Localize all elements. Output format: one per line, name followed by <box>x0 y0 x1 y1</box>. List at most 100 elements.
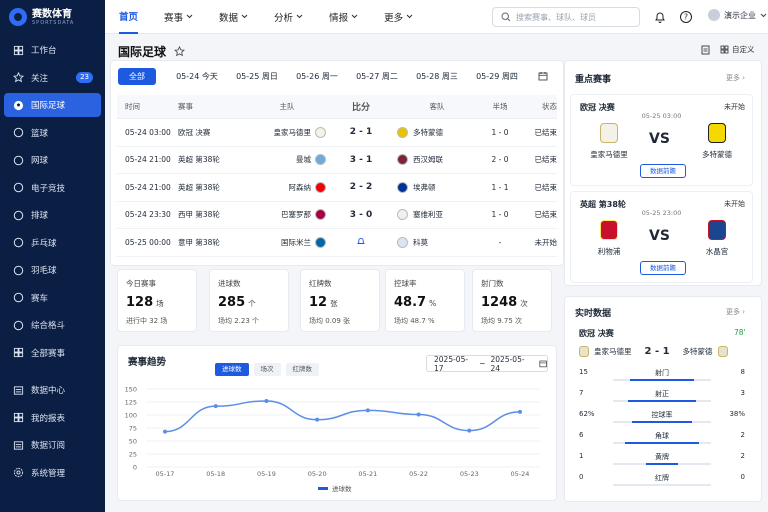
home-team: 国际米兰 <box>281 237 311 247</box>
star-icon[interactable] <box>174 46 185 57</box>
sidebar-item[interactable]: 羽毛球 <box>4 258 101 282</box>
date-tab[interactable]: 05-26 周一 <box>287 71 347 82</box>
sidebar-item[interactable]: 排球 <box>4 203 101 227</box>
sidebar-item-icon <box>12 292 24 304</box>
match-competition: 英超 第38轮 <box>178 155 220 165</box>
stat-card: 今日赛事 128 场进行中 32 场 <box>117 269 197 332</box>
sidebar-item-icon <box>12 72 24 84</box>
sidebar-item[interactable]: 电子竞技 <box>4 176 101 200</box>
home-team: 皇家马德里 <box>579 123 639 160</box>
table-body: 05-24 03:00 欧冠 决赛 皇家马德里 2 - 1 多特蒙德 1 - 0 已结束 05… <box>117 119 557 257</box>
chevron-down-icon <box>186 14 193 19</box>
stat-value: 1248 次 <box>481 295 528 310</box>
table-row[interactable]: 05-24 03:00 欧冠 决赛 皇家马德里 2 - 1 多特蒙德 1 - 0 已结束 <box>117 119 557 147</box>
stat-name: 红牌 <box>655 474 669 482</box>
sidebar-item-label: 赛车 <box>31 293 49 304</box>
chevron-down-icon <box>406 14 413 19</box>
x-tick-label: 05-17 <box>156 470 175 478</box>
y-tick-label: 50 <box>129 438 137 446</box>
date-tab[interactable]: 05-25 周日 <box>227 71 287 82</box>
stat-bar-fill <box>631 421 693 423</box>
top-nav-label: 首页 <box>119 11 139 23</box>
sidebar: 赛数体育 SPORTSDATA 工作台关注 23 国际足球篮球网球电子竞技排球乒乓球… <box>0 0 105 512</box>
sidebar-item[interactable]: 关注 23 <box>4 66 101 90</box>
sidebar-item[interactable]: 网球 <box>4 148 101 172</box>
table-row[interactable]: 05-25 00:00 意甲 第38轮 国际米兰 科莫 - 未开始 <box>117 229 557 257</box>
sidebar-item[interactable]: 国际足球 <box>4 93 101 117</box>
match-time: 05-25 00:00 <box>125 237 171 247</box>
date-tab[interactable]: 05-29 周四 <box>467 71 527 82</box>
sidebar-item[interactable]: 全部赛事 <box>4 341 101 365</box>
sidebar-item-icon <box>12 384 24 396</box>
live-stat-row: 6 角球 2 <box>579 431 745 449</box>
sidebar-item[interactable]: 赛车 <box>4 286 101 310</box>
crest-icon <box>314 154 326 166</box>
date-tab[interactable]: 全部 <box>118 67 156 85</box>
y-tick-label: 25 <box>129 451 137 459</box>
home-crest <box>311 126 329 138</box>
sidebar-item[interactable]: 工作台 <box>4 38 101 62</box>
vs-label: VS <box>649 228 670 244</box>
half-score: 1 - 0 <box>491 127 509 137</box>
report-icon <box>13 412 23 423</box>
stat-card: 控球率 48.7% 场均 48.7 % <box>385 269 465 332</box>
crest-icon <box>708 123 726 143</box>
home-team: 曼城 <box>296 155 311 165</box>
home-team-name: 皇家马德里 <box>590 150 628 159</box>
table-row[interactable]: 05-24 23:30 西甲 第38轮 巴塞罗那 3 - 0 塞维利亚 1 - 0 已结束 <box>117 202 557 229</box>
match-score <box>329 236 393 249</box>
date-tab[interactable]: 05-27 周二 <box>347 71 407 82</box>
sidebar-item-icon <box>12 319 24 331</box>
sidebar-item[interactable]: 篮球 <box>4 121 101 145</box>
away-stat: 8 <box>740 368 745 376</box>
top-nav-item[interactable]: 情报 <box>329 0 358 34</box>
featured-more-link[interactable]: 更多 › <box>726 73 745 83</box>
preview-button[interactable]: 数据前瞻 <box>640 164 686 178</box>
document-icon[interactable] <box>701 45 710 55</box>
table-row[interactable]: 05-24 21:00 英超 第38轮 阿森纳 2 - 2 埃弗顿 1 - 1 已结束 <box>117 174 557 202</box>
date-tab[interactable]: 05-24 今天 <box>167 71 227 82</box>
sidebar-item-label: 工作台 <box>31 46 57 56</box>
top-nav-item[interactable]: 赛事 <box>164 0 193 34</box>
chevron-down-icon <box>760 13 767 17</box>
top-nav-label: 情报 <box>329 12 349 24</box>
preview-button[interactable]: 数据前瞻 <box>640 261 686 275</box>
sidebar-item-label: 数据订阅 <box>31 441 66 451</box>
table-row[interactable]: 05-24 21:00 英超 第38轮 曼城 3 - 1 西汉姆联 2 - 0 已结束 <box>117 147 557 174</box>
date-tab[interactable]: 05-28 周三 <box>407 71 467 82</box>
calendar-icon[interactable] <box>538 71 548 81</box>
sidebar-item[interactable]: 综合格斗 <box>4 313 101 337</box>
help-icon[interactable]: ? <box>679 10 693 24</box>
match-competition: 英超 第38轮 <box>178 182 220 192</box>
stat-sub: 场均 9.75 次 <box>481 317 523 325</box>
data-point <box>365 408 370 413</box>
match-time: 05-25 03:00 <box>641 112 682 120</box>
grid-icon <box>720 45 729 54</box>
home-team-name: 利物浦 <box>597 247 621 256</box>
customize-button[interactable]: 自定义 <box>720 44 755 55</box>
logo[interactable]: 赛数体育 SPORTSDATA <box>0 0 105 34</box>
sidebar-item-icon <box>12 237 24 249</box>
sidebar-item[interactable]: 我的报表 <box>4 406 101 430</box>
live-stat-row: 7 射正 3 <box>579 389 745 407</box>
top-nav-item[interactable]: 首页 <box>119 0 139 34</box>
top-nav-item[interactable]: 分析 <box>274 0 303 34</box>
away-crest <box>393 236 411 248</box>
live-more-link[interactable]: 更多 › <box>726 307 745 317</box>
data-point <box>213 404 218 409</box>
bell-icon[interactable] <box>653 10 667 24</box>
sidebar-item[interactable]: 系统管理 <box>4 461 101 485</box>
top-nav-item[interactable]: 更多 <box>384 0 413 34</box>
bell-icon[interactable] <box>356 236 366 246</box>
sidebar-item-icon <box>12 412 24 424</box>
sidebar-item-label: 排球 <box>31 211 49 221</box>
sidebar-item[interactable]: 数据订阅 <box>4 433 101 457</box>
user-menu[interactable]: 演示企业 <box>708 9 767 21</box>
search-input[interactable]: 搜索赛事、球队、球员 <box>492 7 640 27</box>
sidebar-item[interactable]: 乒乓球 <box>4 231 101 255</box>
sidebar-item-label: 国际足球 <box>31 101 66 111</box>
crest-icon <box>396 154 408 166</box>
sidebar-item[interactable]: 数据中心 <box>4 378 101 402</box>
top-nav-item[interactable]: 数据 <box>219 0 248 34</box>
featured-match: 英超 第38轮 未开始 05-25 23:00 利物浦 VS 水晶宫 数据前瞻 <box>570 191 753 283</box>
